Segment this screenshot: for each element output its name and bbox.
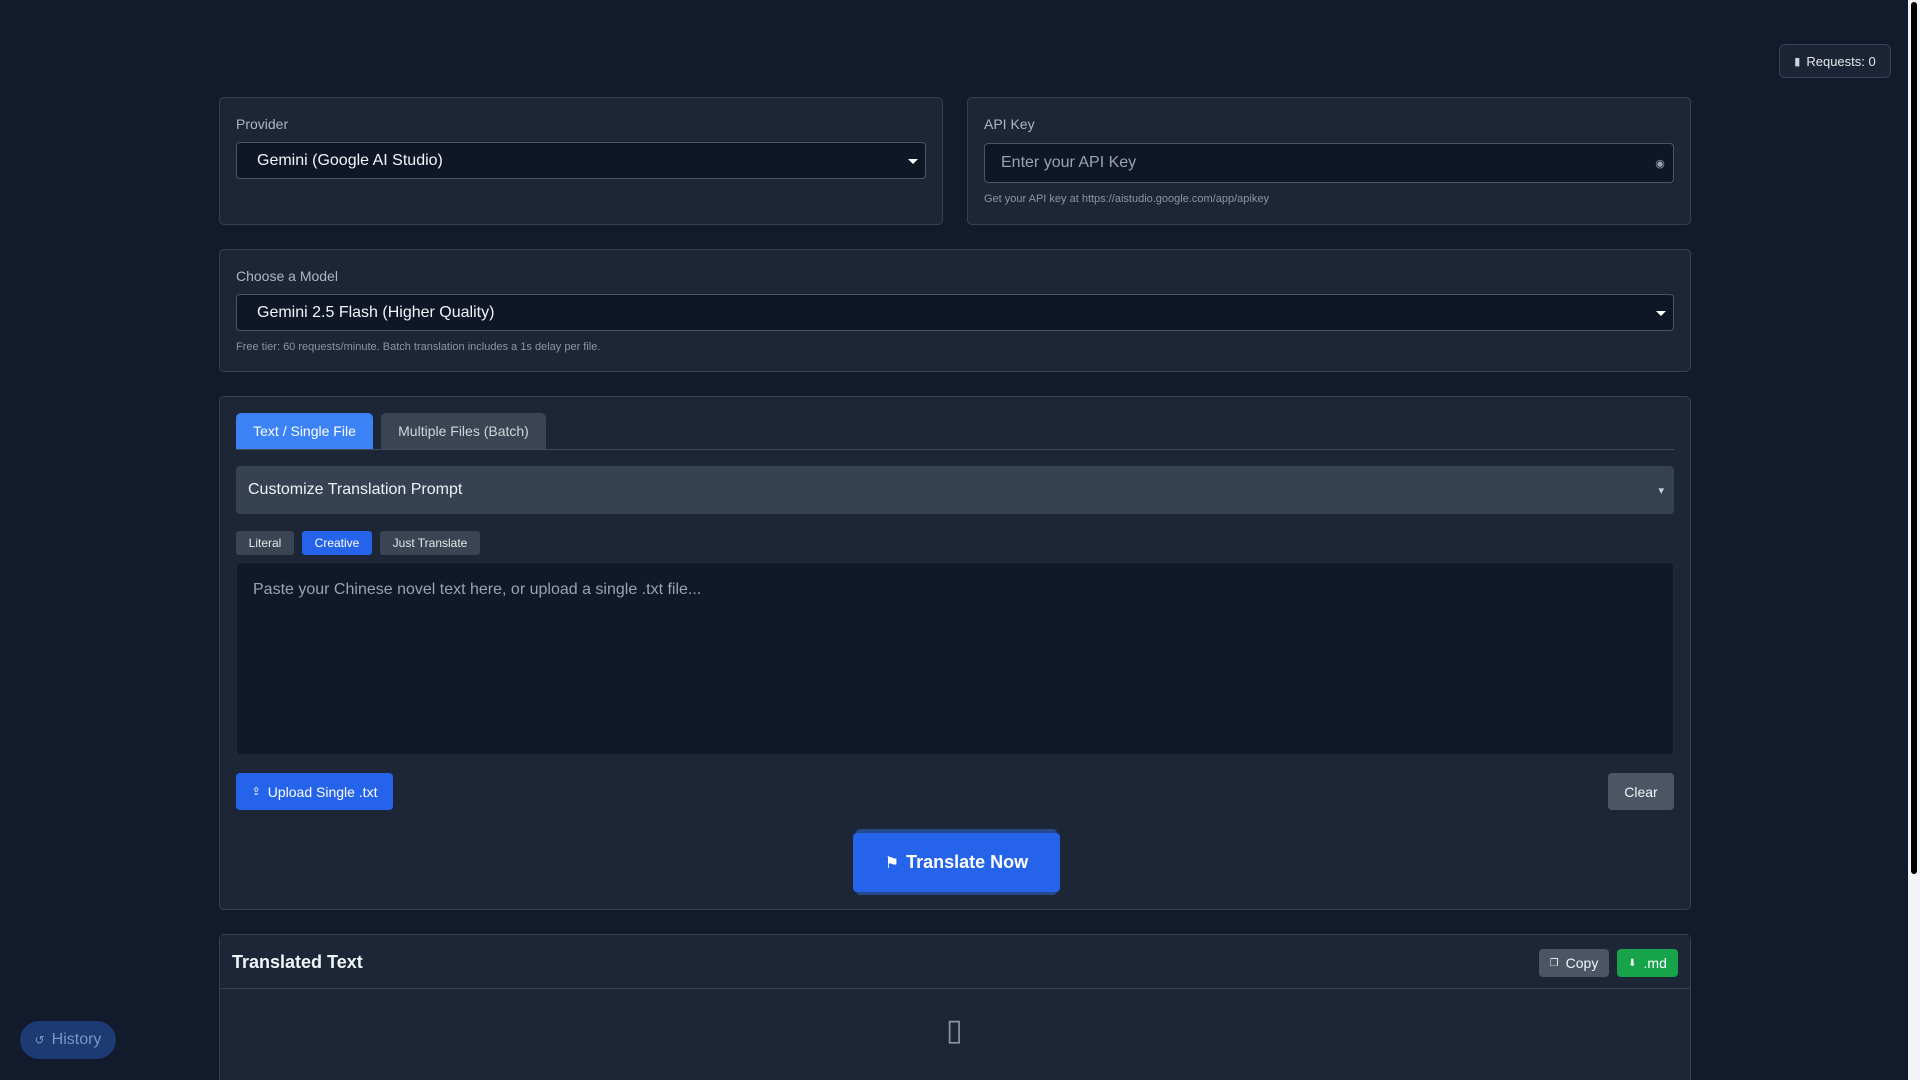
- chevron-down-icon: ▾: [1658, 484, 1664, 497]
- clear-button[interactable]: Clear: [1608, 773, 1674, 810]
- provider-selected-value: Gemini (Google AI Studio): [257, 151, 443, 169]
- eye-icon[interactable]: ◉: [1653, 156, 1667, 170]
- copy-icon: ❐: [1549, 957, 1559, 969]
- history-label: History: [51, 1031, 102, 1048]
- result-panel: Translated Text ❐ Copy ⬇ .md ▯: [219, 934, 1691, 1080]
- tab-divider: [236, 449, 1674, 450]
- copy-label: Copy: [1565, 955, 1599, 971]
- language-icon: ⚑: [884, 854, 900, 872]
- history-button[interactable]: ↺ History: [20, 1021, 116, 1059]
- model-selected-value: Gemini 2.5 Flash (Higher Quality): [257, 303, 495, 321]
- api-key-label: API Key: [984, 116, 1035, 132]
- translate-now-button[interactable]: ⚑ Translate Now: [853, 833, 1060, 892]
- chip-label: Creative: [314, 536, 360, 550]
- upload-icon: ⇪: [251, 786, 261, 798]
- copy-button[interactable]: ❐ Copy: [1539, 949, 1609, 977]
- document-icon: ▯: [946, 1014, 963, 1047]
- tab-label: Text / Single File: [253, 423, 356, 439]
- style-chip-just-translate[interactable]: Just Translate: [380, 531, 480, 555]
- upload-single-txt-button[interactable]: ⇪ Upload Single .txt: [236, 773, 393, 810]
- model-panel: Choose a Model Gemini 2.5 Flash (Higher …: [219, 249, 1691, 372]
- chart-bar-icon: ▮: [1794, 55, 1801, 68]
- markdown-download-icon: ⬇: [1628, 957, 1637, 969]
- chip-label: Just Translate: [392, 536, 468, 550]
- tab-text-single-file[interactable]: Text / Single File: [236, 413, 373, 449]
- chevron-down-icon: [1656, 310, 1666, 316]
- history-icon: ↺: [34, 1033, 45, 1047]
- download-md-button[interactable]: ⬇ .md: [1617, 949, 1678, 977]
- tab-multiple-files-batch[interactable]: Multiple Files (Batch): [381, 413, 546, 449]
- clear-label: Clear: [1624, 783, 1658, 800]
- md-label: .md: [1643, 955, 1667, 971]
- model-select[interactable]: Gemini 2.5 Flash (Higher Quality): [236, 294, 1674, 331]
- result-header: Translated Text ❐ Copy ⬇ .md: [220, 935, 1690, 989]
- style-chip-creative[interactable]: Creative: [302, 531, 372, 555]
- api-key-panel: API Key ◉ Get your API key at https://ai…: [967, 97, 1691, 225]
- upload-label: Upload Single .txt: [267, 783, 378, 800]
- chevron-down-icon: [908, 158, 918, 164]
- result-title: Translated Text: [232, 952, 363, 972]
- provider-select[interactable]: Gemini (Google AI Studio): [236, 142, 926, 179]
- accordion-label: Customize Translation Prompt: [248, 481, 463, 498]
- provider-label: Provider: [236, 116, 289, 132]
- requests-counter-badge: ▮ Requests: 0: [1779, 44, 1891, 78]
- chip-label: Literal: [248, 536, 282, 550]
- api-key-hint: Get your API key at https://aistudio.goo…: [984, 193, 1269, 205]
- requests-label: Requests: 0: [1806, 53, 1876, 69]
- source-text-area[interactable]: [236, 562, 1674, 755]
- style-chip-literal[interactable]: Literal: [236, 531, 294, 555]
- model-label: Choose a Model: [236, 268, 338, 284]
- provider-panel: Provider Gemini (Google AI Studio): [219, 97, 943, 225]
- translation-panel: Text / Single File Multiple Files (Batch…: [219, 396, 1691, 910]
- customize-prompt-accordion[interactable]: Customize Translation Prompt ▾: [236, 466, 1674, 514]
- tab-label: Multiple Files (Batch): [398, 423, 529, 439]
- translate-label: Translate Now: [906, 852, 1029, 872]
- scrollbar-thumb[interactable]: [1911, 2, 1917, 874]
- model-hint: Free tier: 60 requests/minute. Batch tra…: [236, 341, 601, 353]
- api-key-input[interactable]: [984, 143, 1674, 183]
